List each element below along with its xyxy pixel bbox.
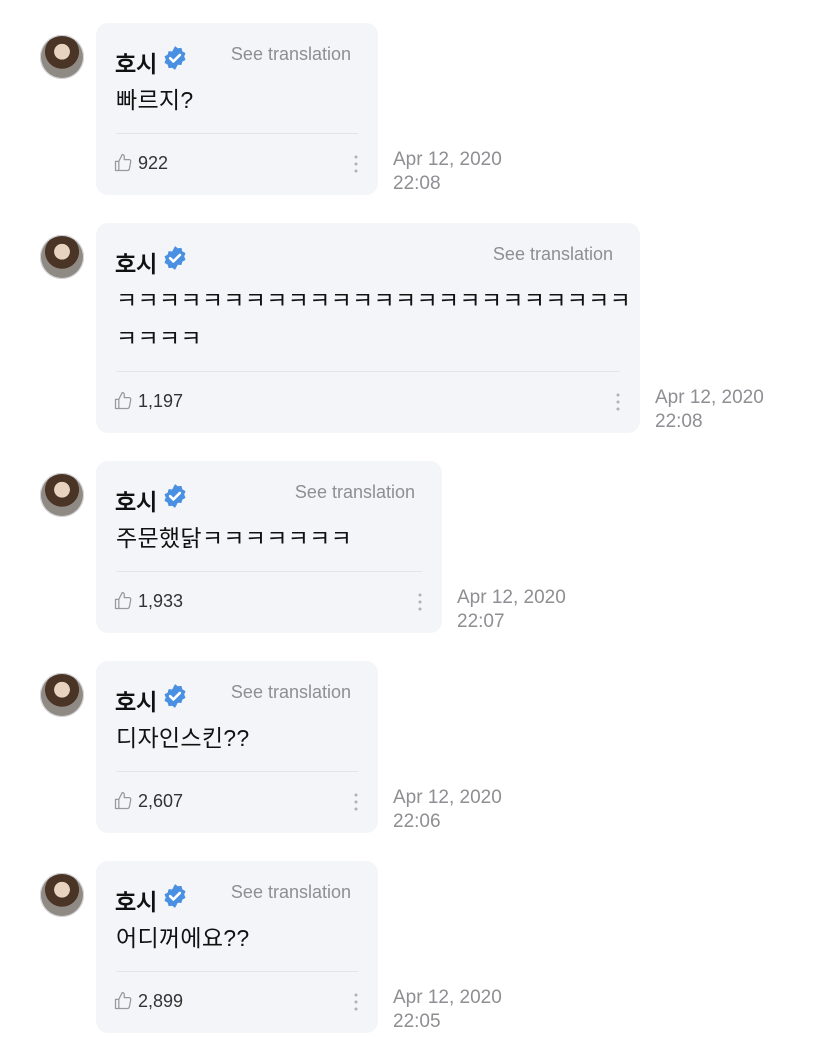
comment-item: 호시 See translation ㅋㅋㅋㅋㅋㅋㅋㅋㅋㅋㅋㅋㅋㅋㅋㅋㅋㅋㅋㅋㅋ… <box>0 223 827 433</box>
timestamp: Apr 12, 2020 22:08 <box>655 386 764 434</box>
vertical-ellipsis-icon[interactable] <box>418 593 422 611</box>
timestamp-date: Apr 12, 2020 <box>393 787 502 808</box>
comment-bubble: 호시 See translation 빠르지? 922 <box>96 23 378 195</box>
thumbs-up-icon[interactable] <box>113 791 133 811</box>
avatar[interactable] <box>40 473 84 517</box>
thumbs-up-icon[interactable] <box>113 991 133 1011</box>
comment-bubble: 호시 See translation 주문했닭ㅋㅋㅋㅋㅋㅋㅋ 1,933 <box>96 461 442 633</box>
see-translation-link[interactable]: See translation <box>231 44 351 65</box>
divider <box>116 371 620 372</box>
comment-line: 어디꺼에요?? <box>116 925 250 951</box>
comment-item: 호시 See translation 디자인스킨?? 2,607 Apr 12,… <box>0 661 827 833</box>
vertical-ellipsis-icon[interactable] <box>354 993 358 1011</box>
vertical-ellipsis-icon[interactable] <box>354 155 358 173</box>
verified-badge-icon <box>164 484 186 508</box>
comment-bubble: 호시 See translation ㅋㅋㅋㅋㅋㅋㅋㅋㅋㅋㅋㅋㅋㅋㅋㅋㅋㅋㅋㅋㅋ… <box>96 223 640 433</box>
author-name[interactable]: 호시 <box>115 45 157 79</box>
comment-text: 디자인스킨?? <box>116 719 249 757</box>
timestamp: Apr 12, 2020 22:07 <box>457 586 566 634</box>
comment-text: 어디꺼에요?? <box>116 919 249 957</box>
timestamp-date: Apr 12, 2020 <box>393 987 502 1008</box>
see-translation-link[interactable]: See translation <box>295 482 415 503</box>
comment-text: 주문했닭ㅋㅋㅋㅋㅋㅋㅋ <box>116 519 352 557</box>
timestamp-time: 22:06 <box>393 811 441 832</box>
author-name[interactable]: 호시 <box>115 683 157 717</box>
vertical-ellipsis-icon[interactable] <box>616 393 620 411</box>
avatar[interactable] <box>40 873 84 917</box>
see-translation-link[interactable]: See translation <box>231 682 351 703</box>
author-name[interactable]: 호시 <box>115 483 157 517</box>
timestamp-date: Apr 12, 2020 <box>393 149 502 170</box>
comment-line: 주문했닭ㅋㅋㅋㅋㅋㅋㅋ <box>116 525 353 551</box>
divider <box>116 771 358 772</box>
comment-item: 호시 See translation 어디꺼에요?? 2,899 Apr 12,… <box>0 861 827 1033</box>
comment-line: ㅋㅋㅋㅋㅋㅋㅋㅋㅋㅋㅋㅋㅋㅋㅋㅋㅋㅋㅋㅋㅋㅋㅋㅋ <box>116 287 632 313</box>
like-count: 2,607 <box>138 791 184 811</box>
timestamp-date: Apr 12, 2020 <box>457 587 566 608</box>
verified-badge-icon <box>164 884 186 908</box>
comment-text: ㅋㅋㅋㅋㅋㅋㅋㅋㅋㅋㅋㅋㅋㅋㅋㅋㅋㅋㅋㅋㅋㅋㅋㅋ ㅋㅋㅋㅋ <box>116 281 631 357</box>
divider <box>116 571 422 572</box>
avatar[interactable] <box>40 673 84 717</box>
like-count: 922 <box>138 153 169 173</box>
like-count: 1,197 <box>138 391 184 411</box>
timestamp-time: 22:08 <box>393 173 441 194</box>
comment-line: 빠르지? <box>116 87 194 113</box>
comment-text: 빠르지? <box>116 81 193 119</box>
comment-line: ㅋㅋㅋㅋ <box>116 325 202 351</box>
divider <box>116 133 358 134</box>
verified-badge-icon <box>164 246 186 270</box>
see-translation-link[interactable]: See translation <box>493 244 613 265</box>
timestamp: Apr 12, 2020 22:08 <box>393 148 502 196</box>
comment-bubble: 호시 See translation 어디꺼에요?? 2,899 <box>96 861 378 1033</box>
avatar[interactable] <box>40 235 84 279</box>
thumbs-up-icon[interactable] <box>113 153 133 173</box>
author-name[interactable]: 호시 <box>115 245 157 279</box>
comment-bubble: 호시 See translation 디자인스킨?? 2,607 <box>96 661 378 833</box>
thumbs-up-icon[interactable] <box>113 391 133 411</box>
see-translation-link[interactable]: See translation <box>231 882 351 903</box>
verified-badge-icon <box>164 684 186 708</box>
timestamp-time: 22:07 <box>457 611 505 632</box>
like-count: 2,899 <box>138 991 184 1011</box>
timestamp-time: 22:05 <box>393 1011 441 1032</box>
verified-badge-icon <box>164 46 186 70</box>
timestamp-date: Apr 12, 2020 <box>655 387 764 408</box>
like-count: 1,933 <box>138 591 184 611</box>
thumbs-up-icon[interactable] <box>113 591 133 611</box>
timestamp: Apr 12, 2020 22:06 <box>393 786 502 834</box>
timestamp: Apr 12, 2020 22:05 <box>393 986 502 1034</box>
avatar[interactable] <box>40 35 84 79</box>
comment-item: 호시 See translation 빠르지? 922 Apr 12, 2020… <box>0 23 827 195</box>
vertical-ellipsis-icon[interactable] <box>354 793 358 811</box>
comment-line: 디자인스킨?? <box>116 725 250 751</box>
timestamp-time: 22:08 <box>655 411 703 432</box>
comment-item: 호시 See translation 주문했닭ㅋㅋㅋㅋㅋㅋㅋ 1,933 Apr… <box>0 461 827 633</box>
divider <box>116 971 358 972</box>
author-name[interactable]: 호시 <box>115 883 157 917</box>
